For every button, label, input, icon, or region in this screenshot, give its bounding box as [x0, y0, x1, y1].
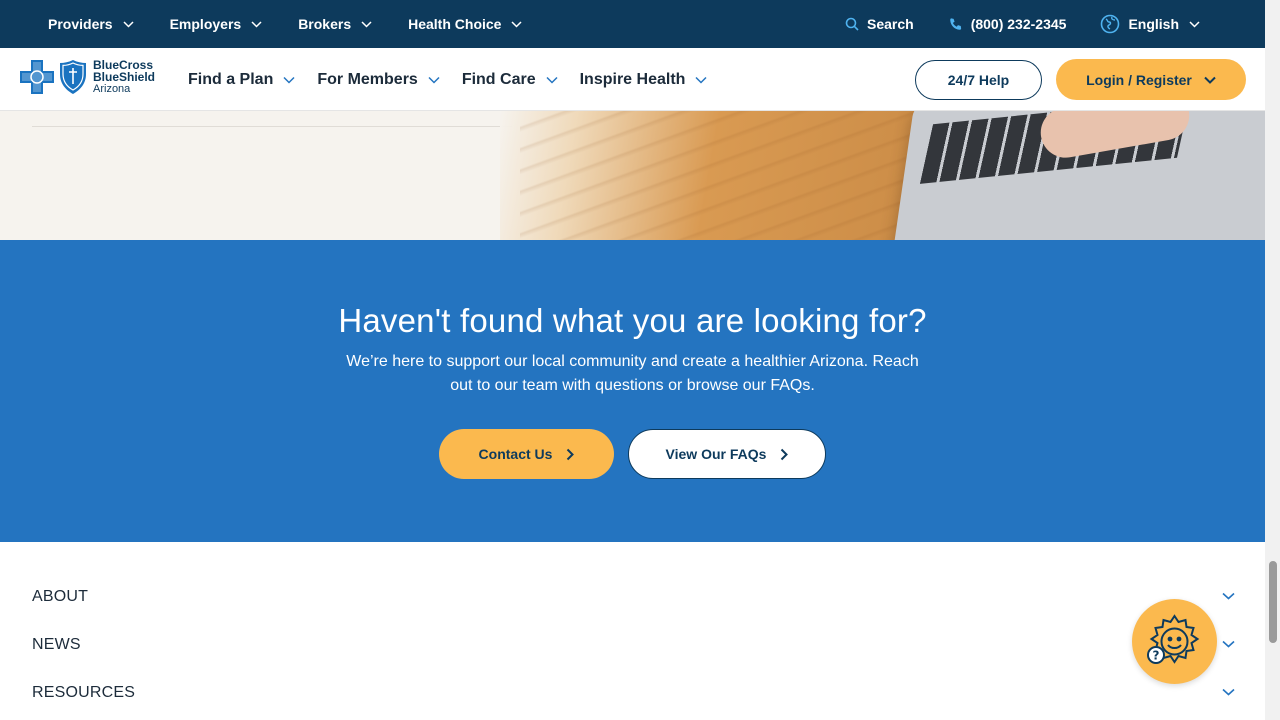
sun-chat-icon: ?	[1147, 614, 1200, 664]
help-cta-section: Haven't found what you are looking for? …	[0, 240, 1265, 542]
logo-wordmark: BlueCross BlueShield Arizona	[93, 59, 155, 95]
chevron-down-icon	[123, 20, 134, 28]
bcbs-logo[interactable]: BlueCross BlueShield Arizona	[19, 59, 155, 95]
nav-item-label: Find Care	[461, 70, 536, 88]
utility-bar: Providers Employers Brokers Health Choic…	[0, 0, 1265, 48]
accordion-label: ABOUT	[32, 588, 89, 605]
search-icon	[845, 17, 859, 31]
utility-item-label: Employers	[169, 16, 242, 32]
logo-line-3: Arizona	[93, 83, 131, 95]
nav-item-find-a-plan[interactable]: Find a Plan	[188, 71, 295, 89]
chevron-down-icon	[1222, 592, 1235, 600]
scrollbar-thumb[interactable]	[1269, 561, 1277, 643]
chevron-down-icon	[1204, 76, 1216, 84]
logo-line-2: BlueShield	[93, 70, 156, 84]
nav-item-label: Inspire Health	[579, 70, 686, 88]
cta-body: We’re here to support our local communit…	[346, 353, 919, 394]
hero-image	[0, 111, 1265, 240]
chevron-down-icon	[361, 20, 372, 28]
nav-item-for-members[interactable]: For Members	[317, 70, 440, 89]
utility-item-providers[interactable]: Providers	[48, 16, 134, 32]
language-label: English	[1128, 16, 1179, 32]
chat-assistant-button[interactable]: ?	[1132, 599, 1217, 684]
utility-item-brokers[interactable]: Brokers	[298, 16, 372, 32]
login-register-button[interactable]: Login / Register	[1056, 59, 1246, 100]
globe-icon	[1101, 14, 1120, 34]
phone-link[interactable]: (800) 232-2345	[948, 16, 1067, 32]
accordion-label: NEWS	[32, 636, 81, 653]
utility-item-employers[interactable]: Employers	[170, 16, 263, 32]
main-nav: BlueCross BlueShield Arizona Find a Plan…	[0, 48, 1265, 111]
utility-nav: Providers Employers Brokers Health Choic…	[48, 0, 558, 48]
phone-number: (800) 232-2345	[970, 16, 1067, 32]
shield-icon	[60, 60, 86, 94]
chevron-down-icon	[511, 20, 522, 28]
phone-icon	[949, 17, 961, 30]
search-label: Search	[866, 16, 914, 32]
utility-actions: Search (800) 232-2345 English	[811, 0, 1208, 48]
chevron-right-icon	[567, 448, 575, 460]
nav-item-find-care[interactable]: Find Care	[462, 71, 558, 89]
svg-text:?: ?	[1153, 649, 1160, 663]
help-button-label: 24/7 Help	[947, 72, 1010, 88]
cross-icon	[20, 60, 54, 94]
primary-nav: Find a Plan For Members Find Care Inspir…	[188, 48, 729, 111]
page-scrollbar[interactable]	[1265, 0, 1280, 720]
chevron-down-icon	[546, 76, 558, 84]
chevron-down-icon	[1222, 688, 1235, 696]
chevron-down-icon	[1189, 20, 1200, 28]
accordion-label: RESOURCES	[32, 684, 136, 701]
nav-item-label: Find a Plan	[188, 70, 274, 88]
language-selector[interactable]: English	[1100, 14, 1208, 34]
contact-us-button[interactable]: Contact Us	[439, 429, 614, 479]
view-faqs-button[interactable]: View Our FAQs	[628, 429, 826, 479]
chevron-down-icon	[1222, 640, 1235, 648]
chevron-down-icon	[695, 76, 707, 84]
footer-accordion-news[interactable]: NEWS	[0, 622, 1265, 670]
chevron-down-icon	[251, 20, 262, 28]
cta-heading: Haven't found what you are looking for?	[338, 302, 927, 339]
nav-item-inspire-health[interactable]: Inspire Health	[580, 71, 708, 89]
utility-item-label: Providers	[48, 16, 113, 32]
utility-item-health-choice[interactable]: Health Choice	[408, 16, 522, 32]
chevron-down-icon	[428, 76, 440, 84]
footer-accordion-about[interactable]: ABOUT	[0, 574, 1265, 622]
footer-accordion-resources[interactable]: RESOURCES	[0, 670, 1265, 718]
utility-item-label: Brokers	[298, 16, 352, 32]
nav-item-label: For Members	[317, 70, 418, 88]
utility-item-label: Health Choice	[408, 16, 502, 32]
view-faqs-label: View Our FAQs	[665, 446, 767, 462]
chevron-right-icon	[781, 448, 789, 460]
contact-us-label: Contact Us	[478, 446, 553, 462]
search-link[interactable]: Search	[845, 16, 914, 32]
chevron-down-icon	[283, 76, 295, 84]
help-button[interactable]: 24/7 Help	[915, 60, 1042, 100]
divider	[32, 126, 512, 127]
login-button-label: Login / Register	[1086, 71, 1192, 88]
